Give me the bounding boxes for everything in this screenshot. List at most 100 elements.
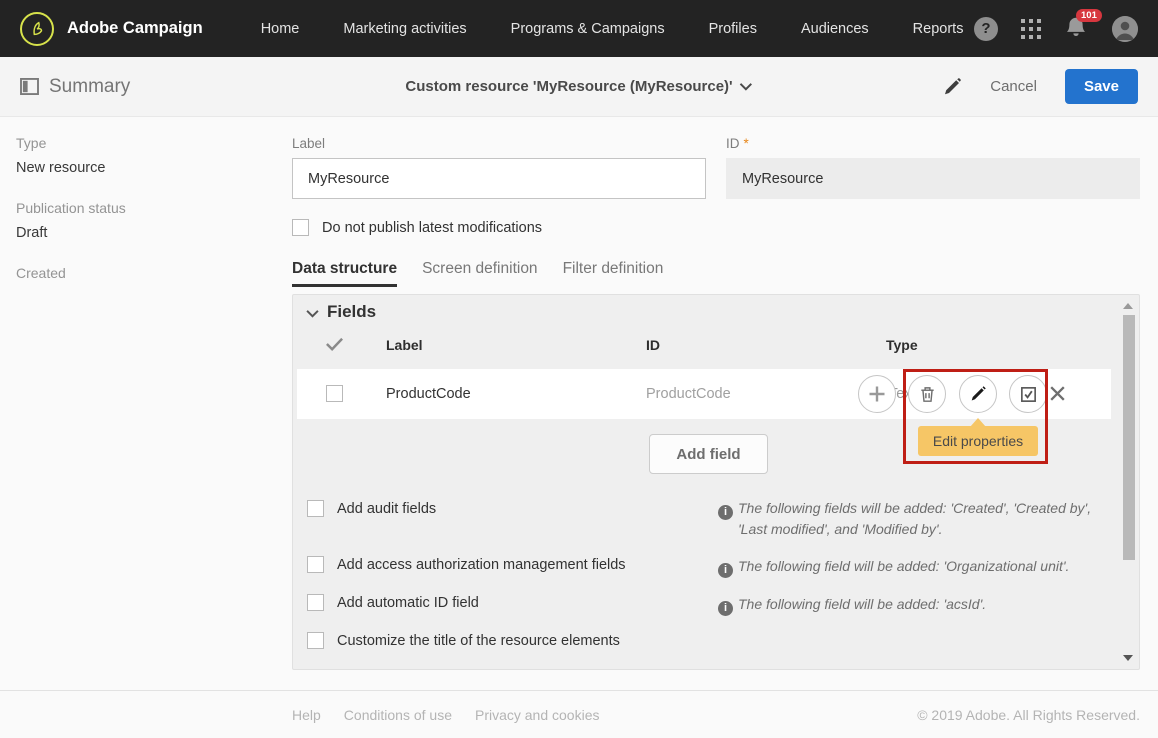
field-table-row: ProductCode ProductCode Text	[297, 369, 1111, 419]
adobe-campaign-logo-icon[interactable]	[20, 12, 54, 46]
nav-item-profiles[interactable]: Profiles	[709, 21, 757, 37]
close-row-icon[interactable]	[1047, 383, 1068, 404]
add-audit-fields-checkbox[interactable]	[307, 500, 324, 517]
nav-item-programs-campaigns[interactable]: Programs & Campaigns	[511, 21, 665, 37]
add-subfield-button[interactable]	[858, 375, 896, 413]
nav-item-marketing-activities[interactable]: Marketing activities	[343, 21, 466, 37]
sidebar-item-created: Created	[16, 265, 276, 281]
access-authorization-info-text: The following field will be added: 'Orga…	[738, 556, 1069, 577]
trash-icon	[918, 385, 937, 404]
sidebar-item-publication-status: Publication status Draft	[16, 200, 276, 241]
edit-properties-tooltip: Edit properties	[918, 426, 1038, 456]
publish-checkbox-row: Do not publish latest modifications	[292, 219, 1140, 236]
tab-filter-definition[interactable]: Filter definition	[563, 260, 664, 287]
avatar-person-icon	[1112, 16, 1138, 42]
fields-section-title: Fields	[327, 302, 376, 322]
info-icon: i	[718, 505, 733, 520]
automatic-id-info: i The following field will be added: 'acs…	[718, 594, 1108, 616]
fields-panel: Fields Label ID Type ProductCode Product…	[292, 294, 1140, 670]
sidebar-label: Type	[16, 135, 276, 151]
access-authorization-info: i The following field will be added: 'Org…	[718, 556, 1108, 578]
tab-screen-definition[interactable]: Screen definition	[422, 260, 537, 287]
label-id-row: Label ID*	[292, 136, 1140, 199]
resource-title-text: Custom resource 'MyResource (MyResource)…	[405, 78, 732, 95]
page-footer: Help Conditions of use Privacy and cooki…	[0, 690, 1158, 738]
nav-item-home[interactable]: Home	[261, 21, 300, 37]
add-field-button[interactable]: Add field	[649, 434, 768, 474]
footer-links: Help Conditions of use Privacy and cooki…	[292, 707, 600, 723]
user-avatar[interactable]	[1112, 16, 1138, 42]
main-nav: Home Marketing activities Programs & Cam…	[261, 21, 964, 37]
label-input[interactable]	[292, 158, 706, 199]
app-grid-icon[interactable]	[1020, 18, 1042, 40]
automatic-id-checkbox[interactable]	[307, 594, 324, 611]
select-all-check-icon[interactable]	[325, 337, 344, 351]
scrollbar-down-arrow[interactable]	[1123, 655, 1133, 661]
page-body: Type New resource Publication status Dra…	[0, 117, 1158, 690]
notifications-bell-icon[interactable]: 101	[1064, 16, 1090, 42]
option-add-audit-fields: Add audit fields	[307, 500, 436, 517]
plus-icon	[867, 384, 887, 404]
info-icon: i	[718, 563, 733, 578]
resource-title-dropdown[interactable]: Custom resource 'MyResource (MyResource)…	[405, 78, 752, 95]
add-audit-fields-label: Add audit fields	[337, 501, 436, 517]
summary-tab[interactable]: Summary	[20, 76, 130, 98]
brand-title: Adobe Campaign	[67, 19, 203, 38]
customize-title-label: Customize the title of the resource elem…	[337, 633, 620, 649]
top-navigation-bar: Adobe Campaign Home Marketing activities…	[0, 0, 1158, 57]
nav-item-audiences[interactable]: Audiences	[801, 21, 869, 37]
check-square-icon	[1019, 385, 1038, 404]
nav-utilities: ? 101	[974, 16, 1138, 42]
label-field-caption: Label	[292, 136, 706, 151]
scrollbar-up-arrow[interactable]	[1123, 303, 1133, 309]
summary-label: Summary	[49, 76, 130, 98]
footer-link-privacy[interactable]: Privacy and cookies	[475, 707, 600, 723]
sidebar-value: New resource	[16, 160, 276, 176]
required-asterisk: *	[744, 136, 749, 151]
collapse-chevron-icon[interactable]	[306, 309, 319, 318]
summary-sidebar: Type New resource Publication status Dra…	[0, 117, 292, 690]
copyright-text: © 2019 Adobe. All Rights Reserved.	[917, 707, 1140, 723]
column-header-label: Label	[386, 337, 423, 353]
do-not-publish-label: Do not publish latest modifications	[322, 220, 542, 236]
option-automatic-id: Add automatic ID field	[307, 594, 479, 611]
row-checkbox[interactable]	[326, 385, 343, 402]
adobe-campaign-app: Adobe Campaign Home Marketing activities…	[0, 0, 1158, 738]
cancel-button[interactable]: Cancel	[990, 78, 1037, 95]
do-not-publish-checkbox[interactable]	[292, 219, 309, 236]
footer-link-help[interactable]: Help	[292, 707, 321, 723]
summary-layout-icon	[20, 78, 39, 95]
sidebar-label: Publication status	[16, 200, 276, 216]
logo-glyph-icon	[28, 20, 46, 38]
label-field-group: Label	[292, 136, 706, 199]
chevron-down-icon	[740, 82, 753, 91]
audit-fields-info-text: The following fields will be added: 'Cre…	[738, 498, 1108, 540]
help-icon[interactable]: ?	[974, 17, 998, 41]
access-authorization-checkbox[interactable]	[307, 556, 324, 573]
definition-tabs: Data structure Screen definition Filter …	[292, 260, 1140, 287]
id-field-caption: ID*	[726, 136, 1140, 151]
option-access-authorization: Add access authorization management fiel…	[307, 556, 626, 573]
customize-title-checkbox[interactable]	[307, 632, 324, 649]
scrollbar-thumb[interactable]	[1123, 315, 1135, 560]
option-customize-title: Customize the title of the resource elem…	[307, 632, 620, 649]
column-header-id: ID	[646, 337, 660, 353]
save-button[interactable]: Save	[1065, 69, 1138, 104]
delete-field-button[interactable]	[908, 375, 946, 413]
notification-count-badge: 101	[1076, 9, 1102, 23]
footer-link-conditions[interactable]: Conditions of use	[344, 707, 452, 723]
sidebar-item-type: Type New resource	[16, 135, 276, 176]
edit-pencil-icon[interactable]	[942, 77, 962, 97]
toolbar-actions: Cancel Save	[942, 69, 1138, 104]
check-field-button[interactable]	[1009, 375, 1047, 413]
edit-properties-button[interactable]	[959, 375, 997, 413]
audit-fields-info: iThe following fields will be added: 'Cr…	[718, 498, 1108, 520]
pencil-icon	[969, 385, 987, 403]
nav-item-reports[interactable]: Reports	[913, 21, 964, 37]
id-field-group: ID*	[726, 136, 1140, 199]
row-label-cell: ProductCode	[386, 386, 471, 402]
info-icon: i	[718, 601, 733, 616]
row-id-cell: ProductCode	[646, 386, 731, 402]
tab-data-structure[interactable]: Data structure	[292, 260, 397, 287]
automatic-id-info-text: The following field will be added: 'acsI…	[738, 594, 986, 615]
